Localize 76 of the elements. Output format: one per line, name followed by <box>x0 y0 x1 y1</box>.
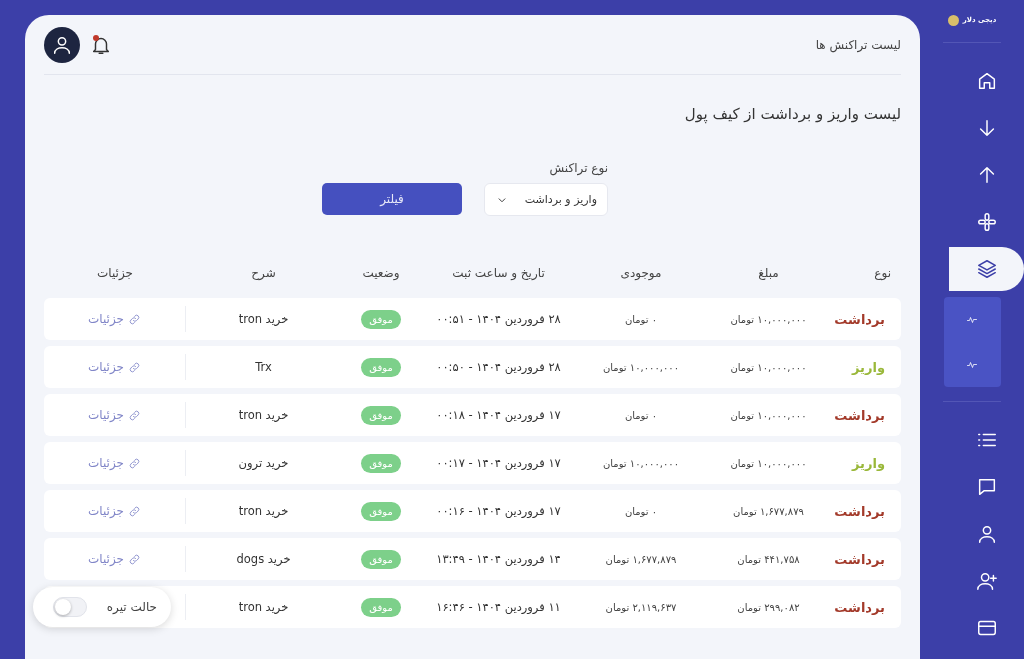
status-badge: موفق <box>361 357 401 377</box>
amount-cell-text: ۱۰,۰۰۰,۰۰۰ تومان <box>729 313 808 325</box>
link-icon <box>128 360 141 374</box>
details-link[interactable]: جزئیات <box>88 360 141 374</box>
date-cell-text: ۱۷ فروردین ۱۴۰۴ - ۰۰:۱۶ <box>435 504 562 518</box>
link-icon <box>128 456 141 470</box>
transaction-type: برداشت <box>833 407 886 423</box>
status-badge: موفق <box>361 309 401 329</box>
link-icon <box>128 504 141 518</box>
amount-cell-text: ۴۴۱,۷۵۸ تومان <box>736 553 801 565</box>
date-cell-text: ۱۴ فروردین ۱۴۰۴ - ۱۳:۴۹ <box>435 552 562 566</box>
balance-cell-text: ۲,۱۱۹,۶۳۷ تومان <box>604 601 678 613</box>
amount-cell-text: ۲۹۹,۰۸۲ تومان <box>736 601 801 613</box>
column-header: موجودی <box>619 266 663 280</box>
date-cell-text: ۱۷ فروردین ۱۴۰۴ - ۰۰:۱۷ <box>435 456 562 470</box>
transaction-type: برداشت <box>833 503 886 519</box>
description-cell-text: خرید tron <box>237 600 290 614</box>
status-badge: موفق <box>361 549 401 569</box>
notification-button[interactable] <box>92 34 112 56</box>
balance-cell-text: ۰ تومان <box>623 409 659 421</box>
amount-cell-text: ۱۰,۰۰۰,۰۰۰ تومان <box>729 457 808 469</box>
details-link[interactable]: جزئیات <box>88 408 141 422</box>
status-badge: موفق <box>361 405 401 425</box>
link-icon <box>128 408 141 422</box>
description-cell-text: خرید ترون <box>237 456 290 470</box>
date-cell-text: ۱۱ فروردین ۱۴۰۴ - ۱۶:۴۶ <box>435 600 562 614</box>
transaction-type: برداشت <box>833 599 886 615</box>
date-cell-text: ۱۷ فروردین ۱۴۰۴ - ۰۰:۱۸ <box>435 408 562 422</box>
description-cell-text: خرید tron <box>237 312 290 326</box>
transaction-type: واریز <box>850 359 886 375</box>
details-link[interactable]: جزئیات <box>88 552 141 566</box>
balance-cell-text: ۱۰,۰۰۰,۰۰۰ تومان <box>601 457 681 469</box>
status-badge: موفق <box>361 501 401 521</box>
column-header: جزئیات <box>96 266 134 280</box>
amount-cell-text: ۱۰,۰۰۰,۰۰۰ تومان <box>729 361 808 373</box>
column-header: مبلغ <box>757 266 780 280</box>
date-cell-text: ۲۸ فروردین ۱۴۰۴ - ۰۰:۵۰ <box>435 360 562 374</box>
section-title: لیست واریز و برداشت از کیف پول <box>683 105 901 123</box>
dark-mode-label: حالت تیره <box>106 600 157 614</box>
transaction-type: برداشت <box>833 551 886 567</box>
status-badge: موفق <box>361 597 401 617</box>
column-header: شرح <box>250 266 277 280</box>
date-cell-text: ۲۸ فروردین ۱۴۰۴ - ۰۰:۵۱ <box>435 312 562 326</box>
grid-icon <box>975 211 998 233</box>
user-icon <box>51 34 73 56</box>
filter-button[interactable]: فیلتر <box>322 183 462 215</box>
link-icon <box>128 552 141 566</box>
amount-cell-text: ۱,۶۷۷,۸۷۹ تومان <box>732 505 805 517</box>
user-add-icon <box>975 570 998 592</box>
link-icon <box>128 312 141 326</box>
description-cell-text: خرید tron <box>237 504 290 518</box>
transaction-type: واریز <box>850 455 886 471</box>
profile-avatar-button[interactable] <box>44 27 80 63</box>
dark-mode-switch[interactable] <box>53 597 87 617</box>
balance-cell-text: ۰ تومان <box>623 505 659 517</box>
details-link[interactable]: جزئیات <box>88 312 141 326</box>
page-header-title: لیست تراکنش ها <box>815 38 901 52</box>
column-header: وضعیت <box>361 266 401 280</box>
balance-cell-text: ۱۰,۰۰۰,۰۰۰ تومان <box>601 361 681 373</box>
description-cell-text: خرید tron <box>237 408 290 422</box>
transaction-type-select[interactable]: واریز و برداشت <box>484 183 608 216</box>
column-header: نوع <box>873 266 892 280</box>
balance-cell-text: ۰ تومان <box>623 313 659 325</box>
layers-icon <box>975 258 998 280</box>
column-header: تاریخ و ساعت ثبت <box>451 266 546 280</box>
logo-coin-icon <box>947 14 959 26</box>
amount-cell-text: ۱۰,۰۰۰,۰۰۰ تومان <box>729 409 808 421</box>
nav-item[interactable] <box>949 247 1024 291</box>
status-badge: موفق <box>361 453 401 473</box>
balance-cell-text: ۱,۶۷۷,۸۷۹ تومان <box>604 553 678 565</box>
details-link[interactable]: جزئیات <box>88 456 141 470</box>
transaction-type: برداشت <box>833 311 886 327</box>
description-cell-text: خرید dogs <box>235 552 292 566</box>
filter-label: نوع تراکنش <box>548 161 608 175</box>
details-link[interactable]: جزئیات <box>88 504 141 518</box>
description-cell-text: Trx <box>254 360 273 374</box>
